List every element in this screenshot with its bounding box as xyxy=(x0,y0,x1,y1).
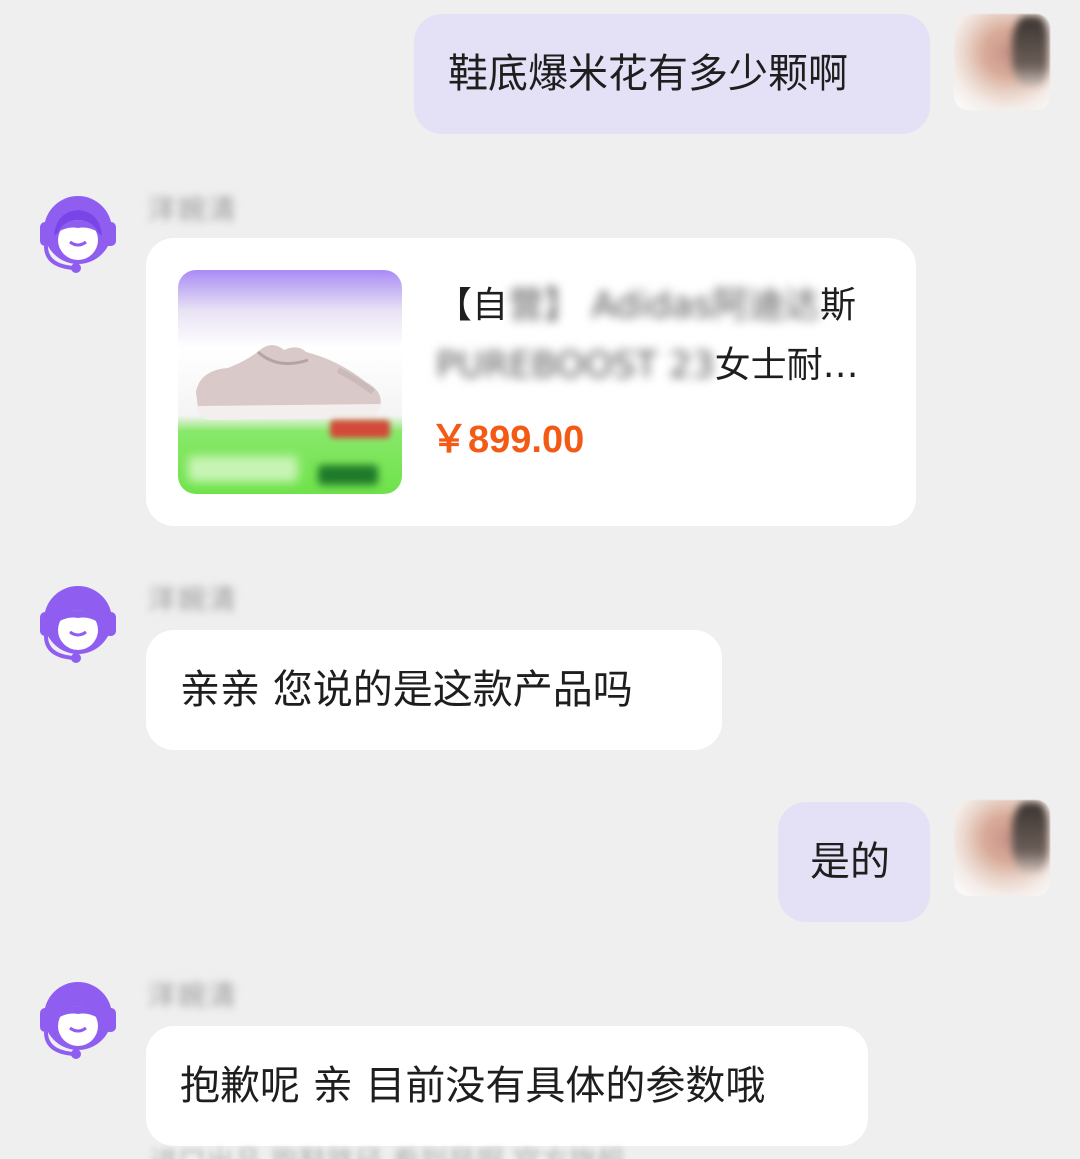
headset-agent-icon[interactable] xyxy=(34,576,122,664)
sender-name: 洋婉清 xyxy=(148,583,239,616)
product-card[interactable]: 【自营】 Adidas阿迪达斯 PUREBOOST 23女士耐… ￥899.00 xyxy=(146,238,916,526)
headset-agent-icon[interactable] xyxy=(34,186,122,274)
headset-agent-icon[interactable] xyxy=(34,972,122,1060)
incoming-message-bubble[interactable]: 亲亲 您说的是这款产品吗 xyxy=(146,630,722,750)
message-text: 抱歉呢 亲 目前没有具体的参数哦 xyxy=(180,1063,766,1109)
partial-message-text: 进口出品 跑鞋路径 看到是啊 官方旗舰 xyxy=(150,1140,870,1159)
user-avatar[interactable] xyxy=(954,800,1050,896)
product-title[interactable]: 【自营】 Adidas阿迪达斯 PUREBOOST 23女士耐… xyxy=(436,276,886,396)
user-avatar[interactable] xyxy=(954,14,1050,110)
incoming-message-bubble[interactable]: 抱歉呢 亲 目前没有具体的参数哦 xyxy=(146,1026,868,1146)
product-price: ￥899.00 xyxy=(430,419,585,461)
shoe-image xyxy=(196,345,381,420)
message-text: 鞋底爆米花有多少颗啊 xyxy=(448,51,848,97)
message-text: 亲亲 您说的是这款产品吗 xyxy=(180,667,633,713)
message-text: 是的 xyxy=(810,839,890,885)
sender-name: 洋婉清 xyxy=(148,979,239,1012)
sender-name: 洋婉清 xyxy=(148,193,239,226)
chat-thread: 鞋底爆米花有多少颗啊 洋婉清 【自营】 Adidas阿迪达斯 PUREBOOST… xyxy=(0,0,1080,1159)
outgoing-message-bubble[interactable]: 鞋底爆米花有多少颗啊 xyxy=(414,14,930,134)
outgoing-message-bubble[interactable]: 是的 xyxy=(778,802,930,922)
product-thumbnail[interactable] xyxy=(178,270,402,494)
